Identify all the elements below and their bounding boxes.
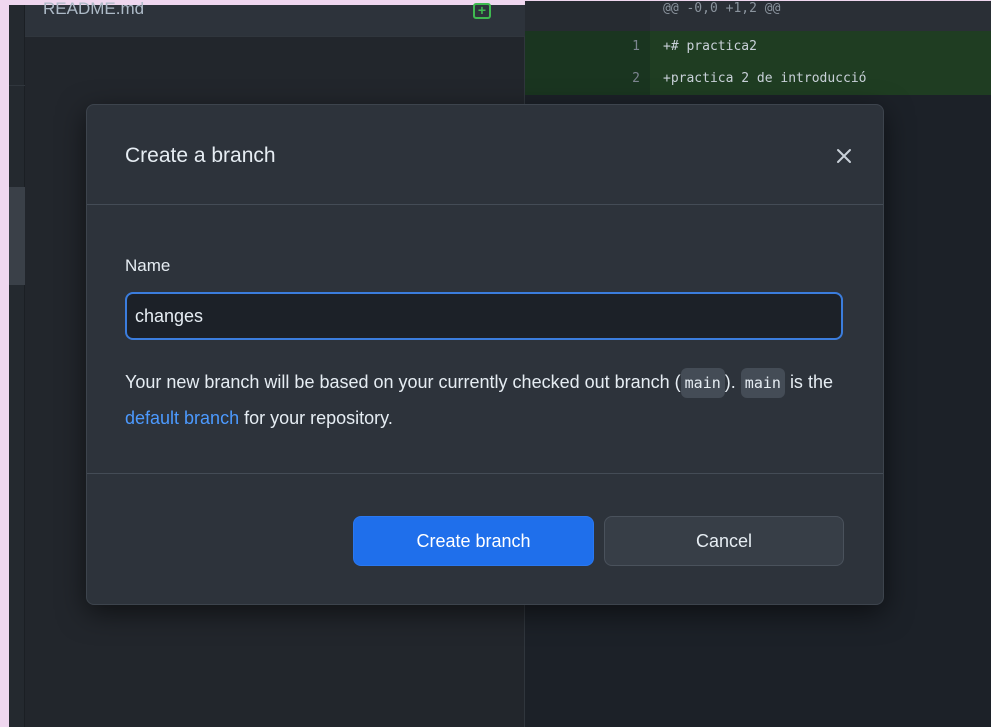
diff-line: 1 +# practica2 bbox=[525, 31, 991, 63]
diff-hunk-header: @@ -0,0 +1,2 @@ bbox=[525, 1, 991, 31]
sidebar-scroll-thumb[interactable] bbox=[9, 187, 25, 285]
description-text: for your repository. bbox=[244, 408, 393, 428]
branch-chip: main bbox=[740, 368, 785, 399]
default-branch-link[interactable]: default branch bbox=[125, 408, 239, 428]
branch-description: Your new branch will be based on your cu… bbox=[125, 364, 845, 436]
description-text: ). bbox=[724, 372, 736, 392]
branch-chip: main bbox=[680, 368, 725, 399]
name-label: Name bbox=[125, 256, 171, 275]
file-row[interactable]: README.md + bbox=[25, 0, 525, 37]
diff-line: 2 +practica 2 de introducció bbox=[525, 63, 991, 95]
line-number: 1 bbox=[525, 31, 650, 63]
line-number: 2 bbox=[525, 63, 650, 95]
dialog-body: Name Your new branch will be based on yo… bbox=[87, 206, 883, 474]
branch-name-input[interactable] bbox=[125, 292, 843, 340]
hunk-header-text: @@ -0,0 +1,2 @@ bbox=[663, 1, 781, 16]
cancel-button[interactable]: Cancel bbox=[604, 516, 844, 566]
description-text: Your new branch will be based on your cu… bbox=[125, 372, 681, 392]
close-icon bbox=[837, 149, 851, 163]
close-button[interactable] bbox=[831, 143, 857, 169]
diff-line-text: +practica 2 de introducció bbox=[663, 71, 867, 86]
dialog-header: Create a branch bbox=[87, 105, 883, 205]
diff-line-text: +# practica2 bbox=[663, 39, 757, 54]
added-file-icon: + bbox=[473, 3, 491, 19]
create-branch-dialog: Create a branch Name Your new branch wil… bbox=[86, 104, 884, 605]
left-sidebar-strip bbox=[9, 5, 25, 727]
dialog-title: Create a branch bbox=[125, 144, 276, 167]
description-text: is the bbox=[789, 372, 833, 392]
sidebar-divider bbox=[9, 85, 25, 185]
file-name: README.md bbox=[43, 0, 145, 18]
diff-gutter bbox=[525, 1, 650, 31]
create-branch-button[interactable]: Create branch bbox=[353, 516, 594, 566]
